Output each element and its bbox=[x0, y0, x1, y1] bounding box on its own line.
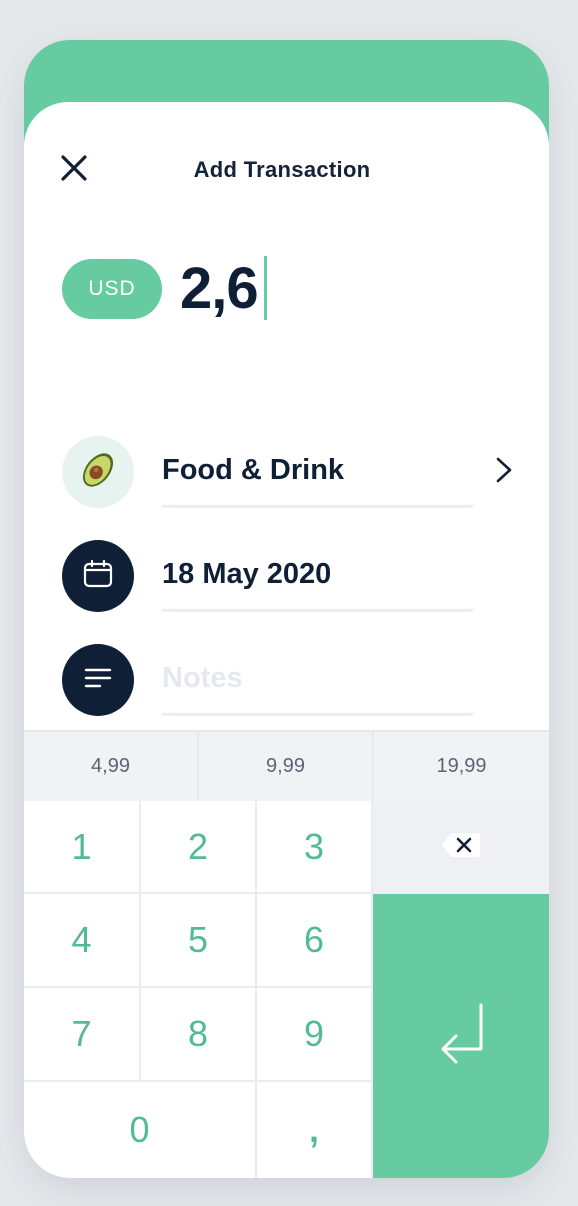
key-4[interactable]: 4 bbox=[24, 894, 141, 988]
quick-amount-row: 4,99 9,99 19,99 bbox=[24, 730, 549, 801]
app-window: Add Transaction USD 2,6 Food & Drink 18 … bbox=[24, 40, 549, 1178]
category-icon-circle[interactable] bbox=[62, 436, 134, 508]
key-8[interactable]: 8 bbox=[141, 988, 257, 1082]
category-chevron[interactable] bbox=[492, 456, 516, 488]
amount-input[interactable]: 2,6 bbox=[180, 248, 267, 328]
key-6[interactable]: 6 bbox=[257, 894, 373, 988]
transaction-sheet: Add Transaction USD 2,6 Food & Drink 18 … bbox=[24, 102, 549, 1178]
category-label: Food & Drink bbox=[162, 454, 345, 486]
avocado-icon bbox=[76, 448, 120, 497]
backspace-icon bbox=[441, 832, 481, 863]
quick-amount-button[interactable]: 4,99 bbox=[24, 732, 199, 801]
key-7[interactable]: 7 bbox=[24, 988, 141, 1082]
page-title: Add Transaction bbox=[193, 157, 371, 182]
notes-icon-circle bbox=[62, 644, 134, 716]
key-0[interactable]: 0 bbox=[24, 1082, 257, 1178]
key-2[interactable]: 2 bbox=[141, 801, 257, 894]
amount-value: 2,6 bbox=[180, 255, 259, 321]
date-field[interactable]: 18 May 2020 bbox=[162, 540, 473, 612]
key-1[interactable]: 1 bbox=[24, 801, 141, 894]
notes-field[interactable]: Notes bbox=[162, 644, 473, 716]
enter-button[interactable] bbox=[373, 894, 549, 1178]
notes-placeholder: Notes bbox=[162, 662, 243, 694]
calendar-icon bbox=[82, 558, 114, 595]
numeric-keypad: 4,99 9,99 19,99 1 2 3 4 5 6 7 8 9 0 , bbox=[24, 730, 549, 1178]
date-label: 18 May 2020 bbox=[162, 558, 332, 590]
category-field[interactable]: Food & Drink bbox=[162, 436, 473, 508]
text-caret bbox=[263, 256, 267, 320]
key-5[interactable]: 5 bbox=[141, 894, 257, 988]
key-comma[interactable]: , bbox=[257, 1082, 373, 1178]
enter-icon bbox=[436, 999, 486, 1074]
backspace-button[interactable] bbox=[373, 801, 549, 894]
currency-selector[interactable]: USD bbox=[62, 259, 162, 319]
key-3[interactable]: 3 bbox=[257, 801, 373, 894]
quick-amount-button[interactable]: 9,99 bbox=[199, 732, 374, 801]
key-9[interactable]: 9 bbox=[257, 988, 373, 1082]
date-icon-circle[interactable] bbox=[62, 540, 134, 612]
chevron-right-icon bbox=[495, 456, 513, 489]
quick-amount-button[interactable]: 19,99 bbox=[374, 732, 549, 801]
notes-icon bbox=[83, 666, 113, 695]
